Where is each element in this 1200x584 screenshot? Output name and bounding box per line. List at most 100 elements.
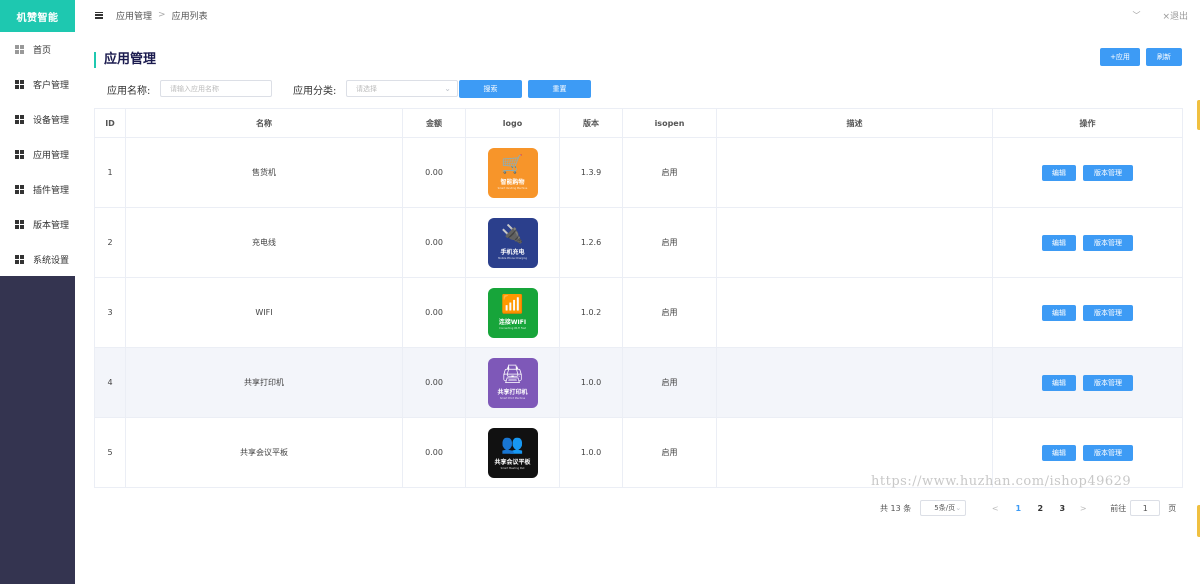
search-button[interactable]: 搜索 bbox=[459, 80, 522, 98]
column-header-actions: 操作 bbox=[992, 108, 1183, 138]
app-logo-name: 连接WIFI bbox=[498, 319, 527, 326]
cell-amount: 0.00 bbox=[402, 417, 466, 488]
app-logo-subtitle: Connecting Wi-Fi Fast bbox=[499, 327, 526, 330]
cell-id: 4 bbox=[94, 347, 126, 418]
cell-isopen: 启用 bbox=[622, 417, 717, 488]
cell-name: WIFI bbox=[125, 277, 403, 348]
page-title: 应用管理 bbox=[94, 52, 156, 68]
table-body: 1 售货机 0.00 🛒 智能购物 Smart Vending Machine 1.3.9 启… bbox=[94, 137, 1183, 488]
cell-isopen: 启用 bbox=[622, 207, 717, 278]
refresh-button[interactable]: 刷新 bbox=[1146, 48, 1182, 66]
page-size-select[interactable]: 5条/页 ⌄ bbox=[920, 500, 967, 516]
chevron-down-icon[interactable]: ﹀ bbox=[1132, 10, 1140, 21]
column-header-logo: logo bbox=[465, 108, 560, 138]
app-category-select[interactable]: 请选择 ⌄ bbox=[346, 80, 458, 97]
sidebar-item-versions[interactable]: 版本管理 bbox=[0, 207, 75, 242]
sidebar-item-apps[interactable]: 应用管理 bbox=[0, 137, 75, 172]
cell-id: 5 bbox=[94, 417, 126, 488]
cell-actions: 编辑 版本管理 bbox=[992, 347, 1183, 418]
page-button-1[interactable]: 1 bbox=[1012, 504, 1024, 513]
app-logo: 🖨 共享打印机 Smart Print Machine bbox=[487, 357, 538, 408]
sidebar-item-label: 应用管理 bbox=[33, 151, 70, 161]
watermark: https://www.huzhan.com/ishop49629 bbox=[871, 474, 1132, 489]
cell-name: 共享打印机 bbox=[125, 347, 403, 418]
reset-button[interactable]: 重置 bbox=[528, 80, 591, 98]
column-header-version: 版本 bbox=[559, 108, 623, 138]
add-app-button[interactable]: +应用 bbox=[1100, 48, 1140, 66]
sidebar-footer-area bbox=[0, 276, 75, 584]
version-manage-button[interactable]: 版本管理 bbox=[1083, 304, 1133, 321]
breadcrumb-level1[interactable]: 应用管理 bbox=[116, 9, 152, 22]
page-button-2[interactable]: 2 bbox=[1034, 504, 1046, 513]
prev-page-button[interactable]: < bbox=[990, 504, 1000, 513]
column-header-description: 描述 bbox=[716, 108, 993, 138]
app-logo-name: 共享打印机 bbox=[497, 389, 528, 396]
app-logo-name: 手机充电 bbox=[500, 249, 525, 256]
app-name-input[interactable]: 请输入应用名称 bbox=[160, 80, 272, 97]
sidebar-item-label: 系统设置 bbox=[33, 256, 70, 266]
grid-icon bbox=[15, 220, 24, 229]
sidebar-item-settings[interactable]: 系统设置 bbox=[0, 242, 75, 277]
grid-icon bbox=[15, 150, 24, 159]
sidebar-item-plugins[interactable]: 插件管理 bbox=[0, 172, 75, 207]
next-page-button[interactable]: > bbox=[1078, 504, 1088, 513]
version-manage-button[interactable]: 版本管理 bbox=[1083, 234, 1133, 251]
cell-logo: 🖨 共享打印机 Smart Print Machine bbox=[465, 347, 560, 418]
table-row: 3 WIFI 0.00 📶 连接WIFI Connecting Wi-Fi Fast 1.0… bbox=[94, 277, 1183, 348]
app-logo-subtitle: Mobile Phone Charging bbox=[498, 257, 527, 260]
edit-button[interactable]: 编辑 bbox=[1042, 234, 1076, 251]
cell-actions: 编辑 版本管理 bbox=[992, 137, 1183, 208]
edit-button[interactable]: 编辑 bbox=[1042, 374, 1076, 391]
app-logo-subtitle: Smart Print Machine bbox=[499, 397, 526, 400]
title-row: 应用管理 +应用 刷新 bbox=[94, 48, 1182, 78]
goto-page-input[interactable]: 1 bbox=[1130, 500, 1161, 516]
app-logo-name: 智能购物 bbox=[500, 179, 525, 186]
edit-button[interactable]: 编辑 bbox=[1042, 444, 1076, 461]
cell-name: 充电线 bbox=[125, 207, 403, 278]
sidebar-item-devices[interactable]: 设备管理 bbox=[0, 102, 75, 137]
grid-icon bbox=[15, 185, 24, 194]
cell-description bbox=[716, 347, 993, 418]
sidebar-item-customers[interactable]: 客户管理 bbox=[0, 67, 75, 102]
page-button-3[interactable]: 3 bbox=[1056, 504, 1068, 513]
version-manage-button[interactable]: 版本管理 bbox=[1083, 374, 1133, 391]
topbar: 应用管理 > 应用列表 ﹀ ×退出 bbox=[75, 0, 1200, 30]
chevron-down-icon: ⌄ bbox=[955, 504, 962, 512]
app-logo-subtitle: Smart Vending Machine bbox=[497, 187, 528, 190]
shopping-cart-icon: 🛒 bbox=[501, 154, 524, 175]
cell-amount: 0.00 bbox=[402, 137, 466, 208]
wifi-icon: 📶 bbox=[501, 294, 524, 315]
grid-icon bbox=[15, 80, 24, 89]
cell-version: 1.0.0 bbox=[559, 347, 623, 418]
cell-version: 1.3.9 bbox=[559, 137, 623, 208]
cell-version: 1.0.2 bbox=[559, 277, 623, 348]
cell-description bbox=[716, 207, 993, 278]
column-header-name: 名称 bbox=[125, 108, 403, 138]
app-name-label: 应用名称: bbox=[107, 86, 151, 97]
pagination-total: 共 13 条 bbox=[880, 503, 912, 513]
printer-icon: 🖨 bbox=[501, 364, 524, 385]
main-content: 应用管理 +应用 刷新 应用名称: 请输入应用名称 应用分类: 请选择 ⌄ 搜索… bbox=[94, 30, 1183, 516]
cell-id: 2 bbox=[94, 207, 126, 278]
edit-button[interactable]: 编辑 bbox=[1042, 304, 1076, 321]
sidebar-item-home[interactable]: 首页 bbox=[0, 32, 75, 67]
app-logo: 🛒 智能购物 Smart Vending Machine bbox=[487, 147, 538, 198]
cell-name: 共享会议平板 bbox=[125, 417, 403, 488]
version-manage-button[interactable]: 版本管理 bbox=[1083, 444, 1133, 461]
sidebar-menu: 首页 客户管理 设备管理 应用管理 插件管理 版本管理 系统设置 bbox=[0, 32, 75, 277]
cell-isopen: 启用 bbox=[622, 347, 717, 418]
menu-toggle-icon[interactable] bbox=[95, 11, 103, 19]
cell-description bbox=[716, 137, 993, 208]
edit-button[interactable]: 编辑 bbox=[1042, 164, 1076, 181]
version-manage-button[interactable]: 版本管理 bbox=[1083, 164, 1133, 181]
app-logo-subtitle: Smart Meeting Pad bbox=[500, 467, 525, 470]
logout-link[interactable]: ×退出 bbox=[1162, 9, 1188, 22]
cell-actions: 编辑 版本管理 bbox=[992, 277, 1183, 348]
app-logo: 👥 共享会议平板 Smart Meeting Pad bbox=[487, 427, 538, 478]
column-header-amount: 金额 bbox=[402, 108, 466, 138]
cell-logo: 🛒 智能购物 Smart Vending Machine bbox=[465, 137, 560, 208]
cell-isopen: 启用 bbox=[622, 137, 717, 208]
cell-version: 1.0.0 bbox=[559, 417, 623, 488]
breadcrumb-level2: 应用列表 bbox=[171, 11, 208, 22]
filter-row: 应用名称: 请输入应用名称 应用分类: 请选择 ⌄ 搜索 重置 bbox=[94, 78, 1182, 102]
